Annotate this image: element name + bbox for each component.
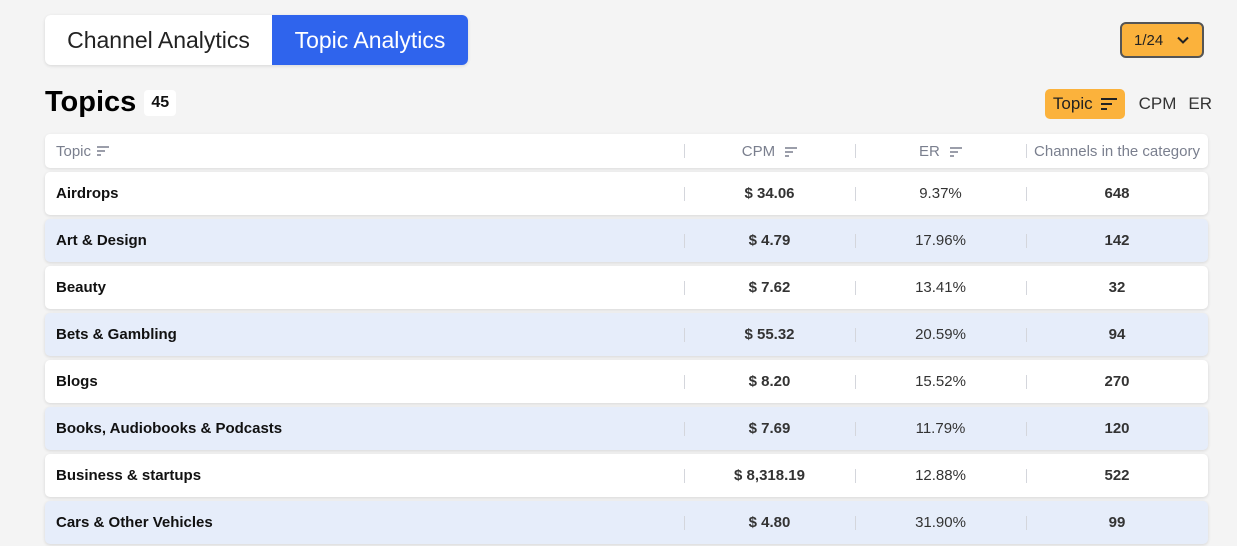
cpm-cell: $ 55.32 xyxy=(684,326,855,343)
tab-channel-analytics[interactable]: Channel Analytics xyxy=(45,15,272,65)
cpm-cell: $ 8.20 xyxy=(684,373,855,390)
sort-icon xyxy=(950,146,962,157)
cpm-cell: $ 8,318.19 xyxy=(684,467,855,484)
sort-cpm-button[interactable]: CPM xyxy=(1139,90,1177,118)
page-select-value: 1/24 xyxy=(1134,31,1164,49)
cpm-cell: $ 4.79 xyxy=(684,232,855,249)
table-header: Topic CPM ER Channels in the category xyxy=(45,134,1208,168)
cpm-cell: $ 7.62 xyxy=(684,279,855,296)
channels-cell: 522 xyxy=(1026,467,1208,484)
table-row[interactable]: Beauty $ 7.62 13.41% 32 xyxy=(45,266,1208,309)
table-row[interactable]: Art & Design $ 4.79 17.96% 142 xyxy=(45,219,1208,262)
er-cell: 17.96% xyxy=(855,232,1026,249)
header-channels: Channels in the category xyxy=(1026,143,1208,160)
topic-cell: Blogs xyxy=(56,373,98,390)
sort-er-button[interactable]: ER xyxy=(1188,90,1212,118)
er-cell: 20.59% xyxy=(855,326,1026,343)
cpm-cell: $ 7.69 xyxy=(684,420,855,437)
channels-cell: 99 xyxy=(1026,514,1208,531)
topic-cell: Books, Audiobooks & Podcasts xyxy=(56,420,283,437)
cpm-cell: $ 4.80 xyxy=(684,514,855,531)
channels-cell: 142 xyxy=(1026,232,1208,249)
topic-cell: Cars & Other Vehicles xyxy=(56,514,213,531)
sort-group: Topic CPM ER xyxy=(1044,89,1212,119)
er-cell: 31.90% xyxy=(855,514,1026,531)
tab-topic-analytics[interactable]: Topic Analytics xyxy=(272,15,468,65)
table-row[interactable]: Books, Audiobooks & Podcasts $ 7.69 11.7… xyxy=(45,407,1208,450)
header-er[interactable]: ER xyxy=(855,143,1026,160)
er-cell: 9.37% xyxy=(855,185,1026,202)
table-row[interactable]: Bets & Gambling $ 55.32 20.59% 94 xyxy=(45,313,1208,356)
table-row[interactable]: Cars & Other Vehicles $ 4.80 31.90% 99 xyxy=(45,501,1208,544)
header-cpm[interactable]: CPM xyxy=(684,143,855,160)
er-cell: 15.52% xyxy=(855,373,1026,390)
topic-cell: Art & Design xyxy=(56,232,147,249)
sort-lines-icon xyxy=(1100,98,1117,110)
topics-table: Topic CPM ER Channels in the category Ai… xyxy=(45,134,1208,544)
cpm-cell: $ 34.06 xyxy=(684,185,855,202)
channels-cell: 120 xyxy=(1026,420,1208,437)
analytics-tabs: Channel Analytics Topic Analytics xyxy=(45,15,468,65)
page-title: Topics xyxy=(45,86,137,118)
header-cpm-label: CPM xyxy=(741,142,776,160)
channels-cell: 32 xyxy=(1026,279,1208,296)
header-topic[interactable]: Topic xyxy=(45,143,684,160)
er-cell: 13.41% xyxy=(855,279,1026,296)
count-badge: 45 xyxy=(144,89,177,116)
title-row: Topics 45 xyxy=(45,86,177,119)
er-cell: 11.79% xyxy=(855,420,1026,437)
channels-cell: 648 xyxy=(1026,185,1208,202)
topic-cell: Airdrops xyxy=(56,185,119,202)
channels-cell: 94 xyxy=(1026,326,1208,343)
table-row[interactable]: Blogs $ 8.20 15.52% 270 xyxy=(45,360,1208,403)
header-topic-label: Topic xyxy=(56,142,92,160)
sort-icon xyxy=(785,146,798,157)
table-row[interactable]: Airdrops $ 34.06 9.37% 648 xyxy=(45,172,1208,215)
sort-topic-label: Topic xyxy=(1052,94,1093,113)
page-select[interactable]: 1/24 xyxy=(1120,22,1204,58)
sort-topic-button[interactable]: Topic xyxy=(1044,89,1125,119)
sort-icon xyxy=(97,146,110,156)
channels-cell: 270 xyxy=(1026,373,1208,390)
topic-cell: Business & startups xyxy=(56,467,202,484)
topic-cell: Bets & Gambling xyxy=(56,326,177,343)
chevron-down-icon xyxy=(1177,36,1189,44)
topic-cell: Beauty xyxy=(56,279,107,296)
table-row[interactable]: Business & startups $ 8,318.19 12.88% 52… xyxy=(45,454,1208,497)
header-er-label: ER xyxy=(918,142,940,160)
er-cell: 12.88% xyxy=(855,467,1026,484)
